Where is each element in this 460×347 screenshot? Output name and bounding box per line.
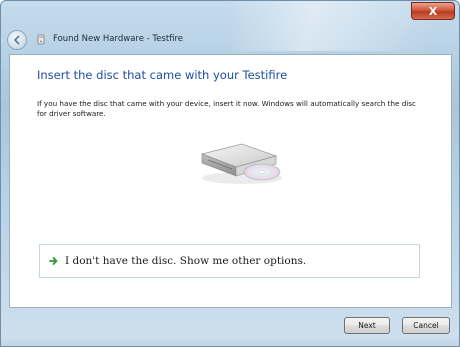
window-title: Found New Hardware - Testfire (53, 34, 184, 44)
window-bottom-frame (1, 336, 459, 346)
close-icon[interactable]: X (429, 5, 437, 18)
close-button[interactable]: X (411, 2, 455, 20)
no-disc-option-label[interactable]: I don't have the disc. Show me other opt… (65, 255, 306, 267)
back-button[interactable] (7, 30, 27, 50)
page-heading: Insert the disc that came with your Test… (37, 68, 288, 82)
next-button[interactable]: Next (344, 317, 390, 334)
page-description: If you have the disc that came with your… (37, 99, 416, 118)
back-arrow-icon[interactable] (11, 34, 23, 46)
content-panel: Insert the disc that came with your Test… (9, 54, 452, 308)
green-arrow-icon[interactable] (49, 256, 59, 266)
cancel-button[interactable]: Cancel (402, 317, 450, 334)
title-bar[interactable]: X Found New Hardware - Testfire (1, 1, 459, 53)
hardware-device-icon (37, 34, 45, 45)
no-disc-option[interactable]: I don't have the disc. Show me other opt… (39, 244, 420, 278)
optical-drive-icon (200, 143, 282, 184)
wizard-window: X Found New Hardware - Testfire Insert t… (0, 0, 460, 347)
